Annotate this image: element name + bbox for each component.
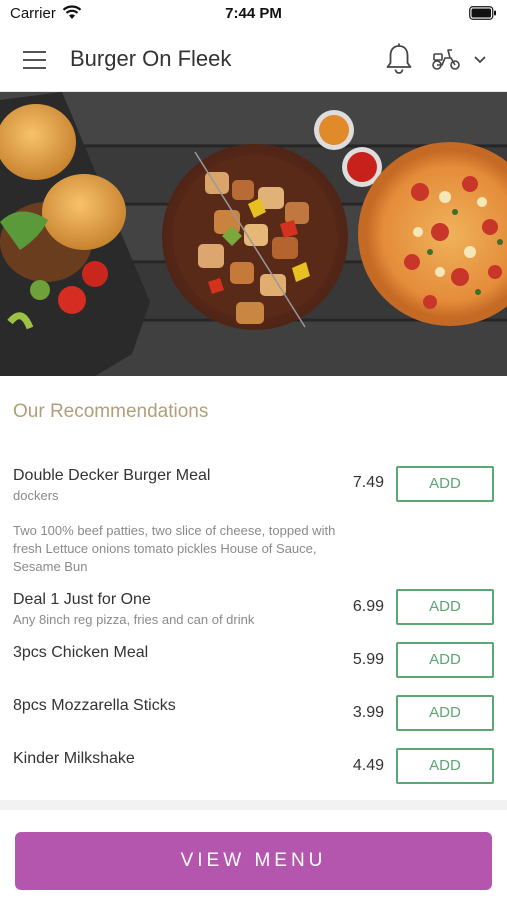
hero-banner <box>0 92 507 376</box>
bell-icon <box>386 43 412 74</box>
bottom-bar: VIEW MENU <box>0 810 507 900</box>
delivery-mode-button[interactable] <box>430 46 462 72</box>
item-price: 5.99 <box>352 651 384 668</box>
scooter-icon <box>432 49 460 70</box>
item-name: 3pcs Chicken Meal <box>13 644 149 661</box>
menu-button[interactable] <box>18 44 52 76</box>
hamburger-menu-icon <box>23 51 46 69</box>
add-button[interactable]: ADD <box>396 748 494 784</box>
item-name: Deal 1 Just for One <box>13 591 151 608</box>
app-header: Burger On Fleek <box>0 28 507 92</box>
item-subtitle: Any 8inch reg pizza, fries and can of dr… <box>13 612 255 627</box>
add-button[interactable]: ADD <box>396 589 494 625</box>
view-menu-button[interactable]: VIEW MENU <box>15 832 492 890</box>
battery-icon <box>469 6 496 20</box>
add-button[interactable]: ADD <box>396 642 494 678</box>
item-price: 4.49 <box>352 757 384 774</box>
status-bar: Carrier 7:44 PM <box>0 0 507 28</box>
food-banner-image <box>0 92 507 376</box>
divider <box>0 800 507 810</box>
page-title: Burger On Fleek <box>70 46 232 71</box>
item-price: 7.49 <box>352 474 384 491</box>
item-name: 8pcs Mozzarella Sticks <box>13 697 176 714</box>
clock: 7:44 PM <box>225 5 282 22</box>
item-name: Double Decker Burger Meal <box>13 467 211 484</box>
section-title: Our Recommendations <box>13 401 209 422</box>
notifications-button[interactable] <box>384 42 414 76</box>
add-button[interactable]: ADD <box>396 695 494 731</box>
item-price: 6.99 <box>352 598 384 615</box>
item-subtitle: dockers <box>13 488 59 503</box>
add-button[interactable]: ADD <box>396 466 494 502</box>
item-description: Two 100% beef patties, two slice of chee… <box>13 523 336 574</box>
mode-dropdown-button[interactable] <box>470 52 490 68</box>
chevron-down-icon <box>474 56 486 64</box>
item-price: 3.99 <box>352 704 384 721</box>
item-name: Kinder Milkshake <box>13 750 135 767</box>
